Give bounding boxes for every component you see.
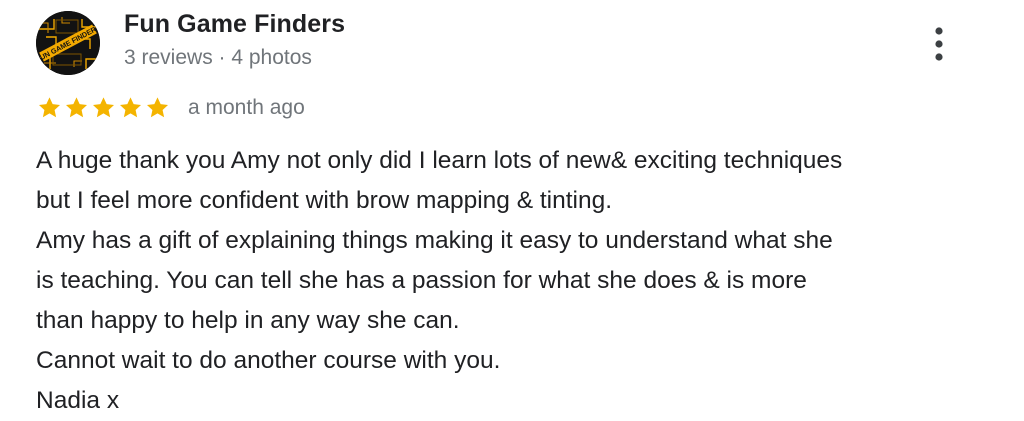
avatar[interactable]: FUN GAME FINDERS xyxy=(36,11,100,75)
review-card: FUN GAME FINDERS Fun Game Finders 3 revi… xyxy=(0,0,1024,418)
review-text: A huge thank you Amy not only did I lear… xyxy=(36,141,996,421)
rating-row: a month ago xyxy=(36,93,305,123)
review-text-line: than happy to help in any way she can. xyxy=(36,307,460,334)
review-text-line: Nadia x xyxy=(36,387,120,414)
review-text-line: is teaching. You can tell she has a pass… xyxy=(36,267,807,294)
more-options-button[interactable] xyxy=(924,22,954,66)
star-icon xyxy=(36,95,63,121)
review-text-line: Cannot wait to do another course with yo… xyxy=(36,347,501,374)
star-icon xyxy=(63,95,90,121)
fun-game-finders-logo-icon: FUN GAME FINDERS xyxy=(36,11,100,75)
review-text-line: but I feel more confident with brow mapp… xyxy=(36,187,613,214)
review-time: a month ago xyxy=(188,96,305,119)
review-text-line: Amy has a gift of explaining things maki… xyxy=(36,227,833,254)
review-text-line: A huge thank you Amy not only did I lear… xyxy=(36,147,843,174)
star-icon xyxy=(144,95,171,121)
reviewer-name[interactable]: Fun Game Finders xyxy=(124,10,345,39)
more-vert-icon xyxy=(935,27,943,61)
reviewer-meta: 3 reviews · 4 photos xyxy=(124,46,312,69)
star-rating xyxy=(36,95,171,121)
star-icon xyxy=(90,95,117,121)
star-icon xyxy=(117,95,144,121)
